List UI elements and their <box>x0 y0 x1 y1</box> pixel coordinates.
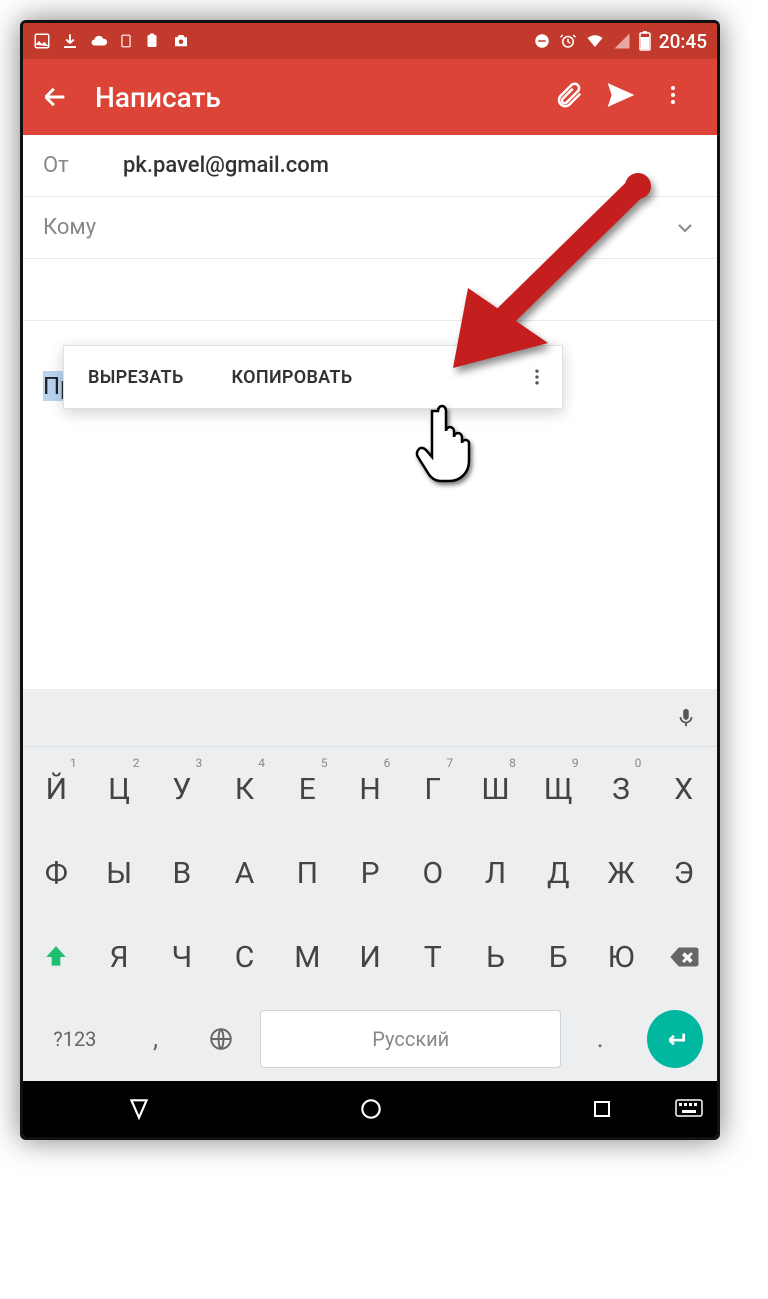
key-У[interactable]: У3 <box>153 754 210 824</box>
key-row-2: ФЫВАПРОЛДЖЭ <box>23 831 717 915</box>
space-key[interactable]: Русский <box>260 1010 561 1068</box>
status-bar: 20:45 <box>23 23 717 59</box>
key-В[interactable]: В <box>153 838 210 908</box>
more-button[interactable] <box>647 83 699 111</box>
signal-icon <box>613 32 631 50</box>
key-Щ[interactable]: Щ9 <box>530 754 587 824</box>
key-Г[interactable]: Г7 <box>404 754 461 824</box>
key-Ч[interactable]: Ч <box>153 922 210 992</box>
key-С[interactable]: С <box>216 922 273 992</box>
nav-keyboard-icon[interactable] <box>675 1099 703 1119</box>
battery-icon <box>639 31 651 51</box>
key-Э[interactable]: Э <box>655 838 712 908</box>
key-О[interactable]: О <box>404 838 461 908</box>
key-row-3: ЯЧСМИТЬБЮ <box>23 915 717 999</box>
period-key[interactable]: . <box>570 1010 630 1068</box>
suggestion-bar <box>23 689 717 747</box>
key-Ш[interactable]: Ш8 <box>467 754 524 824</box>
to-row[interactable]: Кому <box>23 197 717 259</box>
alarm-icon <box>559 32 577 50</box>
android-nav-bar <box>23 1081 717 1137</box>
back-icon[interactable] <box>41 83 69 111</box>
key-Р[interactable]: Р <box>342 838 399 908</box>
from-row[interactable]: От pk.pavel@gmail.com <box>23 135 717 197</box>
clipboard-icon <box>143 32 161 50</box>
key-Ж[interactable]: Ж <box>593 838 650 908</box>
key-И[interactable]: И <box>342 922 399 992</box>
shift-key[interactable] <box>28 922 85 992</box>
key-Я[interactable]: Я <box>91 922 148 992</box>
status-time: 20:45 <box>659 30 707 53</box>
screenshot-frame: 20:45 Написать От pk.pavel@gmail.com Ком… <box>20 20 720 1140</box>
dnd-icon <box>533 32 551 50</box>
image-icon <box>33 32 51 50</box>
key-К[interactable]: К4 <box>216 754 273 824</box>
cut-button[interactable]: ВЫРЕЗАТЬ <box>64 367 208 388</box>
wifi-icon <box>585 32 605 50</box>
cloud-icon <box>89 32 109 50</box>
key-Ы[interactable]: Ы <box>91 838 148 908</box>
compose-area: От pk.pavel@gmail.com Кому Привет! Как д… <box>23 135 717 501</box>
enter-key[interactable] <box>647 1010 703 1068</box>
attach-button[interactable] <box>543 80 595 114</box>
key-Е[interactable]: Е5 <box>279 754 336 824</box>
backspace-key[interactable] <box>655 922 712 992</box>
key-Д[interactable]: Д <box>530 838 587 908</box>
symbols-key[interactable]: ?123 <box>30 1010 120 1068</box>
key-А[interactable]: А <box>216 838 273 908</box>
key-row-bottom: ?123 , Русский . <box>23 999 717 1081</box>
camera-icon <box>171 32 191 50</box>
chevron-down-icon[interactable] <box>673 216 697 240</box>
text-context-menu: ВЫРЕЗАТЬ КОПИРОВАТЬ <box>63 345 563 409</box>
key-Б[interactable]: Б <box>530 922 587 992</box>
nav-recent-icon[interactable] <box>590 1097 614 1121</box>
key-Ц[interactable]: Ц2 <box>91 754 148 824</box>
globe-key[interactable] <box>191 1010 251 1068</box>
key-П[interactable]: П <box>279 838 336 908</box>
key-Н[interactable]: Н6 <box>342 754 399 824</box>
download-icon <box>61 32 79 50</box>
key-З[interactable]: З0 <box>593 754 650 824</box>
key-Й[interactable]: Й1 <box>28 754 85 824</box>
context-more-button[interactable] <box>512 367 562 387</box>
app-bar: Написать <box>23 59 717 135</box>
comma-key[interactable]: , <box>126 1010 186 1068</box>
subject-row[interactable] <box>23 259 717 321</box>
mic-icon[interactable] <box>675 707 697 729</box>
key-Ю[interactable]: Ю <box>593 922 650 992</box>
key-Ф[interactable]: Ф <box>28 838 85 908</box>
key-Л[interactable]: Л <box>467 838 524 908</box>
key-Т[interactable]: Т <box>404 922 461 992</box>
key-row-1: Й1Ц2У3К4Е5Н6Г7Ш8Щ9З0Х <box>23 747 717 831</box>
copy-button[interactable]: КОПИРОВАТЬ <box>208 367 377 388</box>
send-button[interactable] <box>595 79 647 115</box>
key-Ь[interactable]: Ь <box>467 922 524 992</box>
key-М[interactable]: М <box>279 922 336 992</box>
from-label: От <box>43 153 123 178</box>
from-value: pk.pavel@gmail.com <box>123 153 697 178</box>
soft-keyboard: Й1Ц2У3К4Е5Н6Г7Ш8Щ9З0Х ФЫВАПРОЛДЖЭ ЯЧСМИТ… <box>23 689 717 1081</box>
nav-home-icon[interactable] <box>358 1096 384 1122</box>
appbar-title: Написать <box>95 81 543 114</box>
nav-back-icon[interactable] <box>126 1096 152 1122</box>
key-Х[interactable]: Х <box>655 754 712 824</box>
to-label: Кому <box>43 215 123 240</box>
sim-icon <box>119 31 133 51</box>
